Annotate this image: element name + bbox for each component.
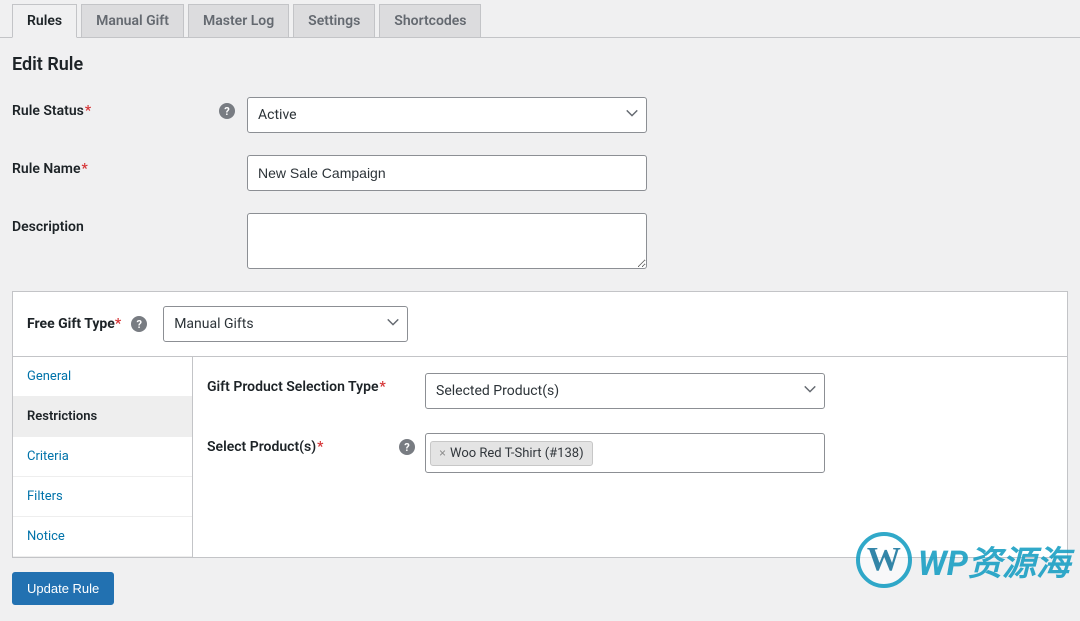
tab-shortcodes[interactable]: Shortcodes <box>379 4 481 37</box>
close-icon[interactable]: × <box>439 446 446 460</box>
rule-name-label: Rule Name* <box>12 155 247 177</box>
gift-panel: Free Gift Type* ? Manual Gifts General R… <box>12 291 1068 558</box>
update-rule-button[interactable]: Update Rule <box>12 572 114 605</box>
select-products-label: Select Product(s)* ? <box>207 433 425 455</box>
tab-manual-gift[interactable]: Manual Gift <box>81 4 184 37</box>
subtab-restrictions[interactable]: Restrictions <box>13 397 192 437</box>
subtab-general[interactable]: General <box>13 357 192 397</box>
gift-selection-type-select[interactable]: Selected Product(s) <box>425 373 825 409</box>
help-icon[interactable]: ? <box>399 439 415 455</box>
free-gift-type-label: Free Gift Type* <box>27 316 121 332</box>
description-label: Description <box>12 213 247 235</box>
watermark: W WP资源海 <box>856 532 1070 588</box>
tab-master-log[interactable]: Master Log <box>188 4 289 37</box>
rule-name-input[interactable] <box>247 155 647 191</box>
page-title: Edit Rule <box>12 54 1068 75</box>
subtab-criteria[interactable]: Criteria <box>13 437 192 477</box>
description-textarea[interactable] <box>247 213 647 269</box>
subtab-notice[interactable]: Notice <box>13 517 192 557</box>
gift-selection-type-label: Gift Product Selection Type* <box>207 373 425 395</box>
help-icon[interactable]: ? <box>131 316 147 332</box>
rule-status-label: Rule Status* ? <box>12 97 247 119</box>
product-tag: × Woo Red T-Shirt (#138) <box>430 441 593 466</box>
main-tabs: Rules Manual Gift Master Log Settings Sh… <box>0 0 1080 38</box>
help-icon[interactable]: ? <box>219 103 235 119</box>
panel-subtabs: General Restrictions Criteria Filters No… <box>13 357 193 557</box>
select-products-input[interactable]: × Woo Red T-Shirt (#138) <box>425 433 825 473</box>
subtab-filters[interactable]: Filters <box>13 477 192 517</box>
free-gift-type-select[interactable]: Manual Gifts <box>163 306 408 342</box>
wp-logo-icon: W <box>856 532 912 588</box>
tab-rules[interactable]: Rules <box>12 4 77 38</box>
tab-settings[interactable]: Settings <box>293 4 375 37</box>
rule-status-select[interactable]: Active <box>247 97 647 133</box>
